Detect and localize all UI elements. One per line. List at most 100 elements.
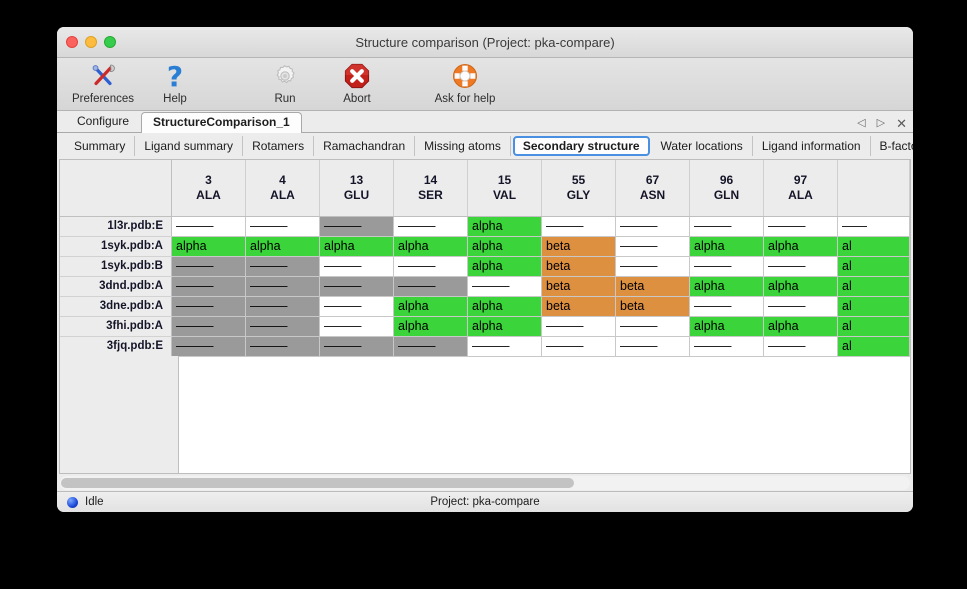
column-header-14[interactable]: 14SER <box>394 160 468 216</box>
cell-none[interactable]: ——— <box>542 316 616 336</box>
cell-gap[interactable]: ——— <box>246 296 320 316</box>
cell-alpha[interactable]: al <box>838 236 910 256</box>
cell-none[interactable]: ——— <box>764 336 838 356</box>
cell-alpha[interactable]: al <box>838 276 910 296</box>
cell-gap[interactable]: ——— <box>320 216 394 236</box>
column-header-4[interactable]: 4ALA <box>246 160 320 216</box>
tab-summary[interactable]: Summary <box>65 136 135 156</box>
close-tab-icon[interactable]: ✕ <box>896 117 907 130</box>
cell-gap[interactable]: ——— <box>394 276 468 296</box>
cell-alpha[interactable]: alpha <box>394 236 468 256</box>
cell-none[interactable]: ——— <box>468 276 542 296</box>
horizontal-scrollbar-thumb[interactable] <box>61 478 574 488</box>
cell-alpha[interactable]: alpha <box>468 216 542 236</box>
cell-gap[interactable]: ——— <box>320 336 394 356</box>
cell-beta[interactable]: beta <box>542 276 616 296</box>
cell-gap[interactable]: ——— <box>172 316 246 336</box>
table-row[interactable]: 1l3r.pdb:E————————————alpha—————————————… <box>60 216 910 236</box>
tab-ligand-summary[interactable]: Ligand summary <box>135 136 243 156</box>
cell-none[interactable]: ——— <box>320 316 394 336</box>
cell-none[interactable]: ——— <box>246 216 320 236</box>
cell-none[interactable]: ——— <box>468 336 542 356</box>
cell-alpha[interactable]: alpha <box>394 296 468 316</box>
cell-none[interactable]: ——— <box>320 296 394 316</box>
cell-alpha[interactable]: al <box>838 336 910 356</box>
tab-missing-atoms[interactable]: Missing atoms <box>415 136 511 156</box>
cell-gap[interactable]: ——— <box>172 256 246 276</box>
cell-alpha[interactable]: alpha <box>468 316 542 336</box>
cell-none[interactable]: ——— <box>616 256 690 276</box>
cell-beta[interactable]: beta <box>542 236 616 256</box>
table-row[interactable]: 1syk.pdb:B————————————alphabeta—————————… <box>60 256 910 276</box>
tab-structurecomparison-1[interactable]: StructureComparison_1 <box>141 112 302 133</box>
cell-none[interactable]: ——— <box>394 256 468 276</box>
cell-beta[interactable]: beta <box>616 276 690 296</box>
ask-for-help-button[interactable]: Ask for help <box>419 59 511 105</box>
chevron-left-icon[interactable]: ◁ <box>857 118 865 129</box>
cell-gap[interactable]: ——— <box>246 336 320 356</box>
cell-beta[interactable]: beta <box>616 296 690 316</box>
cell-gap[interactable]: ——— <box>172 296 246 316</box>
cell-gap[interactable]: ——— <box>172 336 246 356</box>
cell-alpha[interactable]: al <box>838 256 910 276</box>
cell-none[interactable]: ——— <box>320 256 394 276</box>
table-row[interactable]: 3dne.pdb:A—————————alphaalphabetabeta———… <box>60 296 910 316</box>
column-header-97[interactable]: 97ALA <box>764 160 838 216</box>
horizontal-scrollbar[interactable] <box>60 476 910 490</box>
tab-ligand-information[interactable]: Ligand information <box>753 136 871 156</box>
cell-alpha[interactable]: alpha <box>468 256 542 276</box>
cell-none[interactable]: ——— <box>616 316 690 336</box>
tab-configure[interactable]: Configure <box>65 111 141 132</box>
cell-alpha[interactable]: alpha <box>246 236 320 256</box>
chevron-right-icon[interactable]: ▷ <box>877 118 885 129</box>
tab-b-factors[interactable]: B-factors <box>871 136 913 156</box>
cell-none[interactable]: ——— <box>172 216 246 236</box>
preferences-button[interactable]: Preferences <box>67 59 139 105</box>
cell-alpha[interactable]: al <box>838 296 910 316</box>
column-header-96[interactable]: 96GLN <box>690 160 764 216</box>
cell-gap[interactable]: ——— <box>320 276 394 296</box>
column-header-15[interactable]: 15VAL <box>468 160 542 216</box>
cell-none[interactable]: —— <box>838 216 910 236</box>
cell-gap[interactable]: ——— <box>246 276 320 296</box>
row-header-1syk-pdb-A[interactable]: 1syk.pdb:A <box>60 236 172 256</box>
row-header-3fjq-pdb-E[interactable]: 3fjq.pdb:E <box>60 336 172 356</box>
table-row[interactable]: 3dnd.pdb:A———————————————betabetaalphaal… <box>60 276 910 296</box>
cell-gap[interactable]: ——— <box>246 316 320 336</box>
cell-beta[interactable]: beta <box>542 256 616 276</box>
cell-alpha[interactable]: alpha <box>764 276 838 296</box>
cell-alpha[interactable]: alpha <box>764 316 838 336</box>
cell-none[interactable]: ——— <box>690 296 764 316</box>
cell-none[interactable]: ——— <box>764 296 838 316</box>
row-header-1l3r-pdb-E[interactable]: 1l3r.pdb:E <box>60 216 172 236</box>
cell-alpha[interactable]: al <box>838 316 910 336</box>
row-header-3fhi-pdb-A[interactable]: 3fhi.pdb:A <box>60 316 172 336</box>
cell-none[interactable]: ——— <box>616 236 690 256</box>
cell-alpha[interactable]: alpha <box>690 276 764 296</box>
cell-none[interactable]: ——— <box>690 336 764 356</box>
cell-none[interactable]: ——— <box>616 216 690 236</box>
cell-none[interactable]: ——— <box>542 336 616 356</box>
row-header-3dne-pdb-A[interactable]: 3dne.pdb:A <box>60 296 172 316</box>
row-header-3dnd-pdb-A[interactable]: 3dnd.pdb:A <box>60 276 172 296</box>
column-header-13[interactable]: 13GLU <box>320 160 394 216</box>
cell-alpha[interactable]: alpha <box>172 236 246 256</box>
table-row[interactable]: 3fjq.pdb:E———————————————————————————al <box>60 336 910 356</box>
cell-gap[interactable]: ——— <box>246 256 320 276</box>
column-header-55[interactable]: 55GLY <box>542 160 616 216</box>
cell-alpha[interactable]: alpha <box>320 236 394 256</box>
cell-alpha[interactable]: alpha <box>764 236 838 256</box>
tab-ramachandran[interactable]: Ramachandran <box>314 136 415 156</box>
run-button[interactable]: Run <box>249 59 321 105</box>
cell-alpha[interactable]: alpha <box>394 316 468 336</box>
column-header-3[interactable]: 3ALA <box>172 160 246 216</box>
column-header-partial[interactable] <box>838 160 910 216</box>
cell-alpha[interactable]: alpha <box>468 296 542 316</box>
cell-alpha[interactable]: alpha <box>690 316 764 336</box>
tab-water-locations[interactable]: Water locations <box>652 136 753 156</box>
tab-rotamers[interactable]: Rotamers <box>243 136 314 156</box>
cell-none[interactable]: ——— <box>764 256 838 276</box>
help-button[interactable]: ? Help <box>139 59 211 105</box>
cell-beta[interactable]: beta <box>542 296 616 316</box>
cell-gap[interactable]: ——— <box>394 336 468 356</box>
